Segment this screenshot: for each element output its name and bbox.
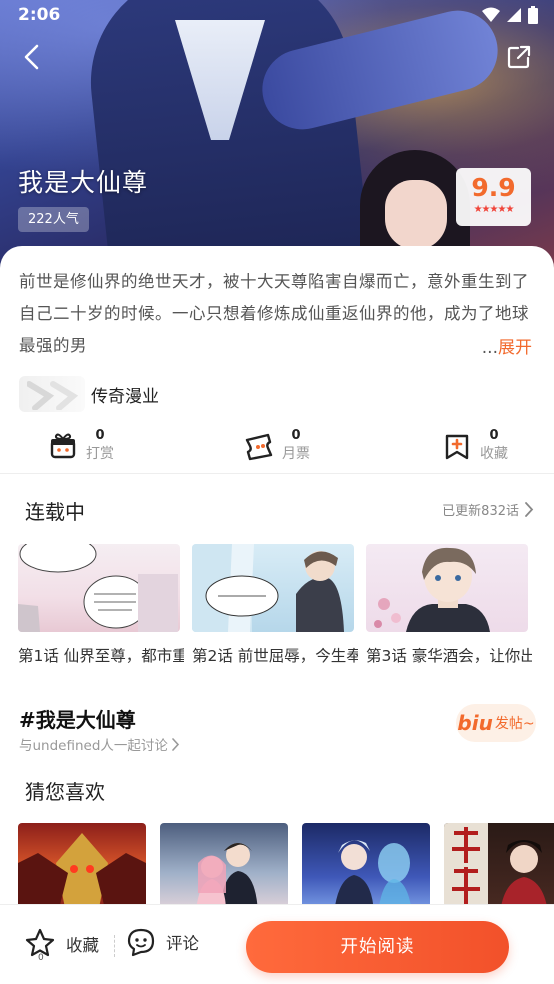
collect-stat[interactable]: 0 收藏 [442,421,508,471]
status-icons [482,6,538,24]
expand-dots: ... [481,338,498,358]
expand-label: 展开 [498,338,532,358]
bottom-action-bar: 0 收藏 评论 开始阅读 [0,904,554,984]
chevron-right-icon [172,737,180,751]
chapter-card[interactable]: 第2话 前世屈辱，今生奉还 [192,544,358,666]
tip-stat[interactable]: 0 打赏 [48,421,114,471]
gift-icon [50,433,76,459]
recommendation-list [18,823,554,913]
bookmark-add-icon [445,434,469,460]
recommendation-art [334,840,412,913]
recommendation-art [196,843,258,913]
chapter-art [18,544,178,632]
author-row[interactable]: 传奇漫业 [19,374,159,414]
stats-row: 0 打赏 0 月票 0 收藏 [0,421,554,471]
post-label: 发帖~ [494,716,535,732]
chapter-art [374,547,490,632]
author-name: 传奇漫业 [91,386,159,407]
favorite-button[interactable]: 0 收藏 [24,927,99,961]
chapter-thumbnail [192,544,354,632]
start-reading-button[interactable]: 开始阅读 [246,921,509,973]
rating-stars: ★★★★★ [473,204,515,215]
back-button[interactable] [18,42,48,72]
recommendation-art [444,823,548,913]
ticket-count: 0 [291,428,301,443]
collect-label: 收藏 [480,446,508,462]
chapter-thumbnail [18,544,180,632]
ticket-label: 月票 [282,446,310,462]
post-biu-logo: biu [457,711,493,735]
chevron-left-icon [24,44,39,70]
recommendation-art [18,833,146,913]
share-button[interactable] [506,44,532,70]
favorite-count: 0 [38,953,44,961]
status-time: 2:06 [18,5,61,25]
cover-art-girl-face [385,180,447,250]
chapter-list-link[interactable]: 已更新832话 [442,500,534,519]
chapter-art [192,544,344,632]
author-avatar [19,376,85,412]
tip-count: 0 [95,428,105,443]
chapter-carousel: 第1话 仙界至尊，都市重生 第2话 前世屈辱，今生奉还 [18,544,554,674]
favorite-label: 收藏 [66,936,99,955]
detail-card: 前世是修仙界的绝世天才，被十大天尊陷害自爆而亡，意外重生到了自己二十岁的时候。一… [0,246,554,984]
ticket-icon [245,433,273,461]
bottom-bar-separator [114,935,115,957]
rating-card: 9.9 ★★★★★ [456,168,531,226]
rating-score: 9.9 [471,173,516,202]
share-icon [507,45,531,69]
expand-button[interactable]: ...展开 [482,333,532,358]
recommendations-title: 猜您喜欢 [25,780,105,804]
recommendation-cover[interactable] [302,823,430,913]
wifi-icon [482,7,500,22]
chapter-card[interactable]: 第1话 仙界至尊，都市重生 [18,544,184,666]
recommendation-cover[interactable] [18,823,146,913]
chapter-title: 第3话 豪华酒会，让你出丑 [366,647,532,665]
status-bar: 2:06 [0,0,554,34]
chapter-thumbnail [366,544,528,632]
star-icon: 0 [25,928,55,961]
comic-title: 我是大仙尊 [18,168,149,197]
monthly-ticket-stat[interactable]: 0 月票 [244,421,310,471]
cover-banner: 2:06 我是大仙尊 222人气 9.9 ★★★★★ [0,0,554,270]
divider [0,473,554,474]
chapter-card[interactable]: 第3话 豪华酒会，让你出丑 [366,544,532,666]
popularity-badge: 222人气 [18,207,89,232]
post-button[interactable]: biu 发帖~ [456,704,536,742]
recommendation-cover[interactable] [160,823,288,913]
comment-button[interactable]: 评论 [126,927,199,957]
updated-count: 已更新832话 [442,504,519,519]
tip-label: 打赏 [86,446,114,462]
battery-icon [528,6,538,24]
comment-label: 评论 [166,934,199,953]
serial-status-title: 连载中 [25,500,85,524]
author-logo-icon [27,381,79,410]
signal-icon [507,8,521,22]
chapter-title: 第2话 前世屈辱，今生奉还 [192,647,358,665]
chapter-title: 第1话 仙界至尊，都市重生 [18,647,184,665]
collect-count: 0 [489,428,499,443]
comment-icon [127,928,155,957]
topic-participants: 与undefined人一起讨论 [19,738,168,754]
topic-hashtag[interactable]: #我是大仙尊 [19,704,136,733]
recommendation-cover[interactable] [444,823,554,913]
topic-subtitle[interactable]: 与undefined人一起讨论 [19,734,180,754]
chevron-right-icon [525,502,534,517]
